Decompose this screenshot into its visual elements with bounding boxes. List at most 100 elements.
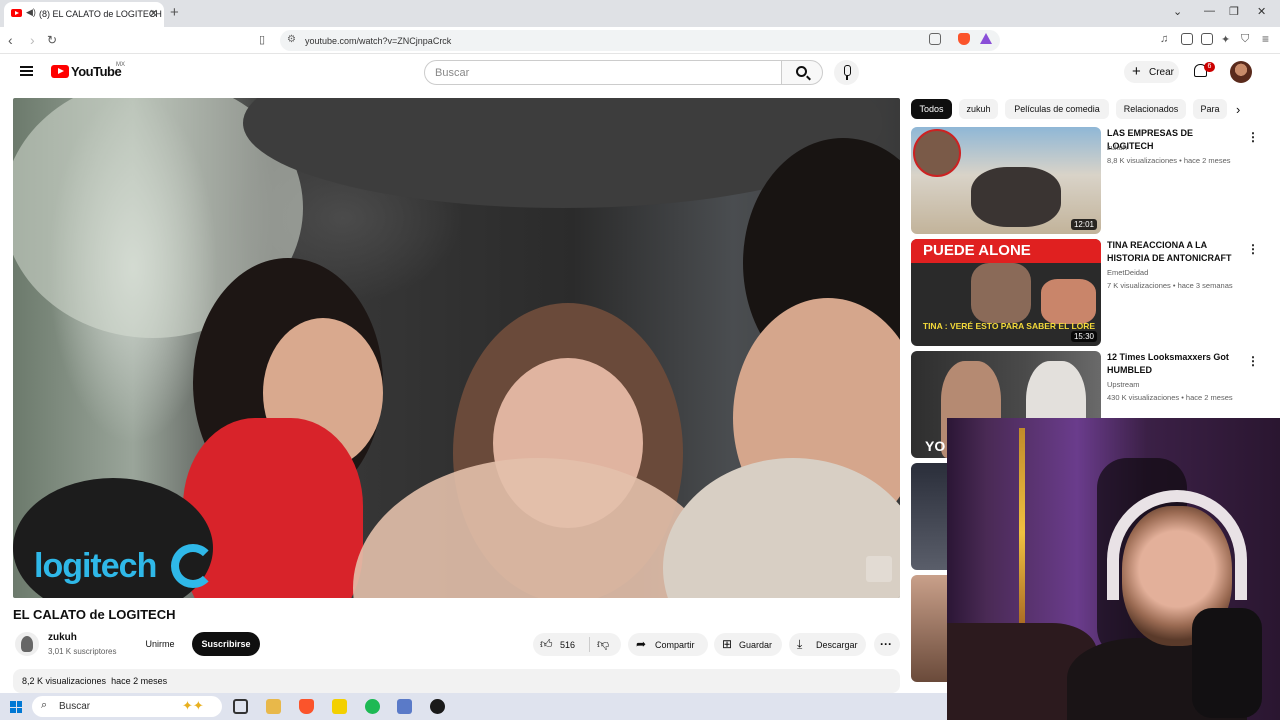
forward-icon[interactable]: › <box>30 32 35 48</box>
browser-menu-icon[interactable]: ≡ <box>1262 32 1269 46</box>
dislike-icon[interactable]: 👎︎ <box>597 637 609 652</box>
extensions-icon[interactable]: ✦ <box>1221 33 1230 46</box>
chip-comedy-movies[interactable]: Películas de comedia <box>1005 99 1109 119</box>
create-button[interactable]: + Crear <box>1124 61 1179 83</box>
recommendation-thumbnail-partial[interactable] <box>911 463 951 570</box>
minimize-button[interactable]: — <box>1204 5 1215 17</box>
thumbnail-caption: YO <box>925 438 946 454</box>
download-button[interactable]: ⤓ Descargar <box>789 633 866 656</box>
search-button[interactable] <box>781 60 823 85</box>
audio-playing-icon[interactable]: ◀) <box>26 7 36 18</box>
bookmark-icon[interactable]: ▯ <box>259 33 265 46</box>
view-count: 8,2 K visualizaciones <box>22 676 107 686</box>
video-thumbnail[interactable]: PUEDE ALONE TINA : VERÉ ESTO PARA SABER … <box>911 239 1101 346</box>
recommendation-item[interactable]: 12:01 LAS EMPRESAS DE LOGITECH zukuh 8,8… <box>911 127 1261 234</box>
app-window-icon[interactable] <box>397 699 412 714</box>
share-button[interactable]: ➦ Compartir <box>628 633 708 656</box>
restore-button[interactable]: ❐ <box>1229 5 1239 18</box>
browser-tab-bar: ◀) (8) EL CALATO de LOGITECH ✕ + ⌄ — ❐ ✕ <box>0 0 1280 27</box>
cast-icon[interactable] <box>929 33 941 45</box>
chip-todos[interactable]: Todos <box>911 99 952 119</box>
search-icon: ⌕ <box>41 699 48 711</box>
description-meta: 8,2 K visualizaciones hace 2 meses <box>22 676 167 686</box>
recommendation-channel[interactable]: Upstream <box>1107 380 1140 389</box>
save-button[interactable]: ⊞ Guardar <box>714 633 782 656</box>
browser-tab[interactable]: ◀) (8) EL CALATO de LOGITECH ✕ <box>4 2 164 27</box>
search-placeholder: Buscar <box>435 67 470 79</box>
join-button[interactable]: Unirme <box>136 632 184 656</box>
logitech-g-logo-icon <box>171 544 215 588</box>
vpn-icon[interactable]: ⛉ <box>1241 33 1249 46</box>
save-label: Guardar <box>739 640 773 650</box>
recommendation-item[interactable]: PUEDE ALONE TINA : VERÉ ESTO PARA SABER … <box>911 239 1261 346</box>
chips-next-icon[interactable]: › <box>1236 102 1240 117</box>
video-title: EL CALATO de LOGITECH <box>13 607 176 622</box>
channel-watermark-icon[interactable] <box>866 556 892 582</box>
address-bar[interactable]: ⚙ youtube.com/watch?v=ZNCjnpaCrck <box>280 30 1000 51</box>
recommendation-channel[interactable]: zukuh <box>1107 143 1127 152</box>
more-horizontal-icon: ··· <box>880 637 892 651</box>
tab-title: (8) EL CALATO de LOGITECH <box>39 9 162 19</box>
youtube-logo-icon[interactable] <box>51 65 69 78</box>
youtube-header: YouTube MX Buscar + Crear 6 <box>0 54 1280 90</box>
file-explorer-icon[interactable] <box>266 699 281 714</box>
recommendation-title[interactable]: TINA REACCIONA A LA HISTORIA DE ANTONICR… <box>1107 239 1237 265</box>
chip-related[interactable]: Relacionados <box>1116 99 1186 119</box>
youtube-favicon-icon <box>11 9 22 17</box>
voice-search-icon[interactable] <box>834 60 859 85</box>
taskbar-search[interactable]: ⌕ Buscar ✦✦ <box>32 696 222 717</box>
upload-age: hace 2 meses <box>111 676 168 686</box>
media-controls-icon[interactable]: ♫ <box>1160 33 1168 45</box>
wallet-icon[interactable] <box>1201 33 1213 45</box>
site-info-icon[interactable]: ⚙ <box>287 34 296 45</box>
sticky-notes-icon[interactable] <box>332 699 347 714</box>
subscribe-button[interactable]: Suscribirse <box>192 632 260 656</box>
youtube-logo-text[interactable]: YouTube <box>71 64 122 79</box>
hamburger-menu-icon[interactable] <box>20 66 33 76</box>
close-tab-icon[interactable]: ✕ <box>149 7 158 20</box>
new-tab-button[interactable]: + <box>170 4 179 21</box>
subscriber-count: 3,01 K suscriptores <box>48 647 117 656</box>
chip-zukuh[interactable]: zukuh <box>959 99 998 119</box>
shirt-right <box>663 458 900 598</box>
url-text: youtube.com/watch?v=ZNCjnpaCrck <box>305 36 452 46</box>
brave-shield-icon[interactable] <box>958 33 970 45</box>
windows-start-icon[interactable] <box>10 701 22 713</box>
channel-avatar[interactable] <box>15 632 39 656</box>
brave-browser-icon[interactable] <box>299 699 314 714</box>
more-vertical-icon[interactable]: ⋮ <box>1247 130 1259 144</box>
search-input[interactable]: Buscar <box>424 60 782 85</box>
spotify-icon[interactable] <box>365 699 380 714</box>
reload-icon[interactable]: ↻ <box>47 33 57 47</box>
windows-taskbar: ⌕ Buscar ✦✦ <box>0 693 947 720</box>
like-icon[interactable]: 👍︎ <box>540 637 553 652</box>
like-divider <box>589 637 590 652</box>
description-box[interactable]: 8,2 K visualizaciones hace 2 meses <box>13 669 900 693</box>
plus-icon: + <box>1132 63 1141 80</box>
taskbar-search-label: Buscar <box>59 701 91 712</box>
close-window-button[interactable]: ✕ <box>1257 5 1266 18</box>
more-actions-button[interactable]: ··· <box>874 633 900 656</box>
more-vertical-icon[interactable]: ⋮ <box>1247 354 1259 368</box>
back-icon[interactable]: ‹ <box>8 32 13 48</box>
recommendation-title[interactable]: 12 Times Looksmaxxers Got HUMBLED <box>1107 351 1237 377</box>
like-count[interactable]: 516 <box>560 640 575 650</box>
obs-icon[interactable] <box>430 699 445 714</box>
video-player[interactable]: logitech <box>13 98 900 598</box>
brave-rewards-icon[interactable] <box>980 33 992 44</box>
task-view-icon[interactable] <box>233 699 248 714</box>
channel-name[interactable]: zukuh <box>48 632 77 643</box>
chip-para[interactable]: Para <box>1193 99 1227 119</box>
sidebar-icon[interactable] <box>1181 33 1193 45</box>
recommendation-channel[interactable]: EmetDeidad <box>1107 268 1148 277</box>
recommendation-meta: 7 K visualizaciones • hace 3 semanas <box>1107 281 1233 290</box>
neon-light <box>1019 428 1025 638</box>
like-dislike-group: 👍︎ 516 👎︎ <box>533 633 621 656</box>
account-avatar[interactable] <box>1230 61 1252 83</box>
tab-search-icon[interactable]: ⌄ <box>1173 5 1182 18</box>
webcam-overlay <box>947 418 1280 720</box>
more-vertical-icon[interactable]: ⋮ <box>1247 242 1259 256</box>
video-thumbnail[interactable]: 12:01 <box>911 127 1101 234</box>
recommendation-thumbnail-partial[interactable] <box>911 575 951 682</box>
creator-face <box>971 263 1031 323</box>
